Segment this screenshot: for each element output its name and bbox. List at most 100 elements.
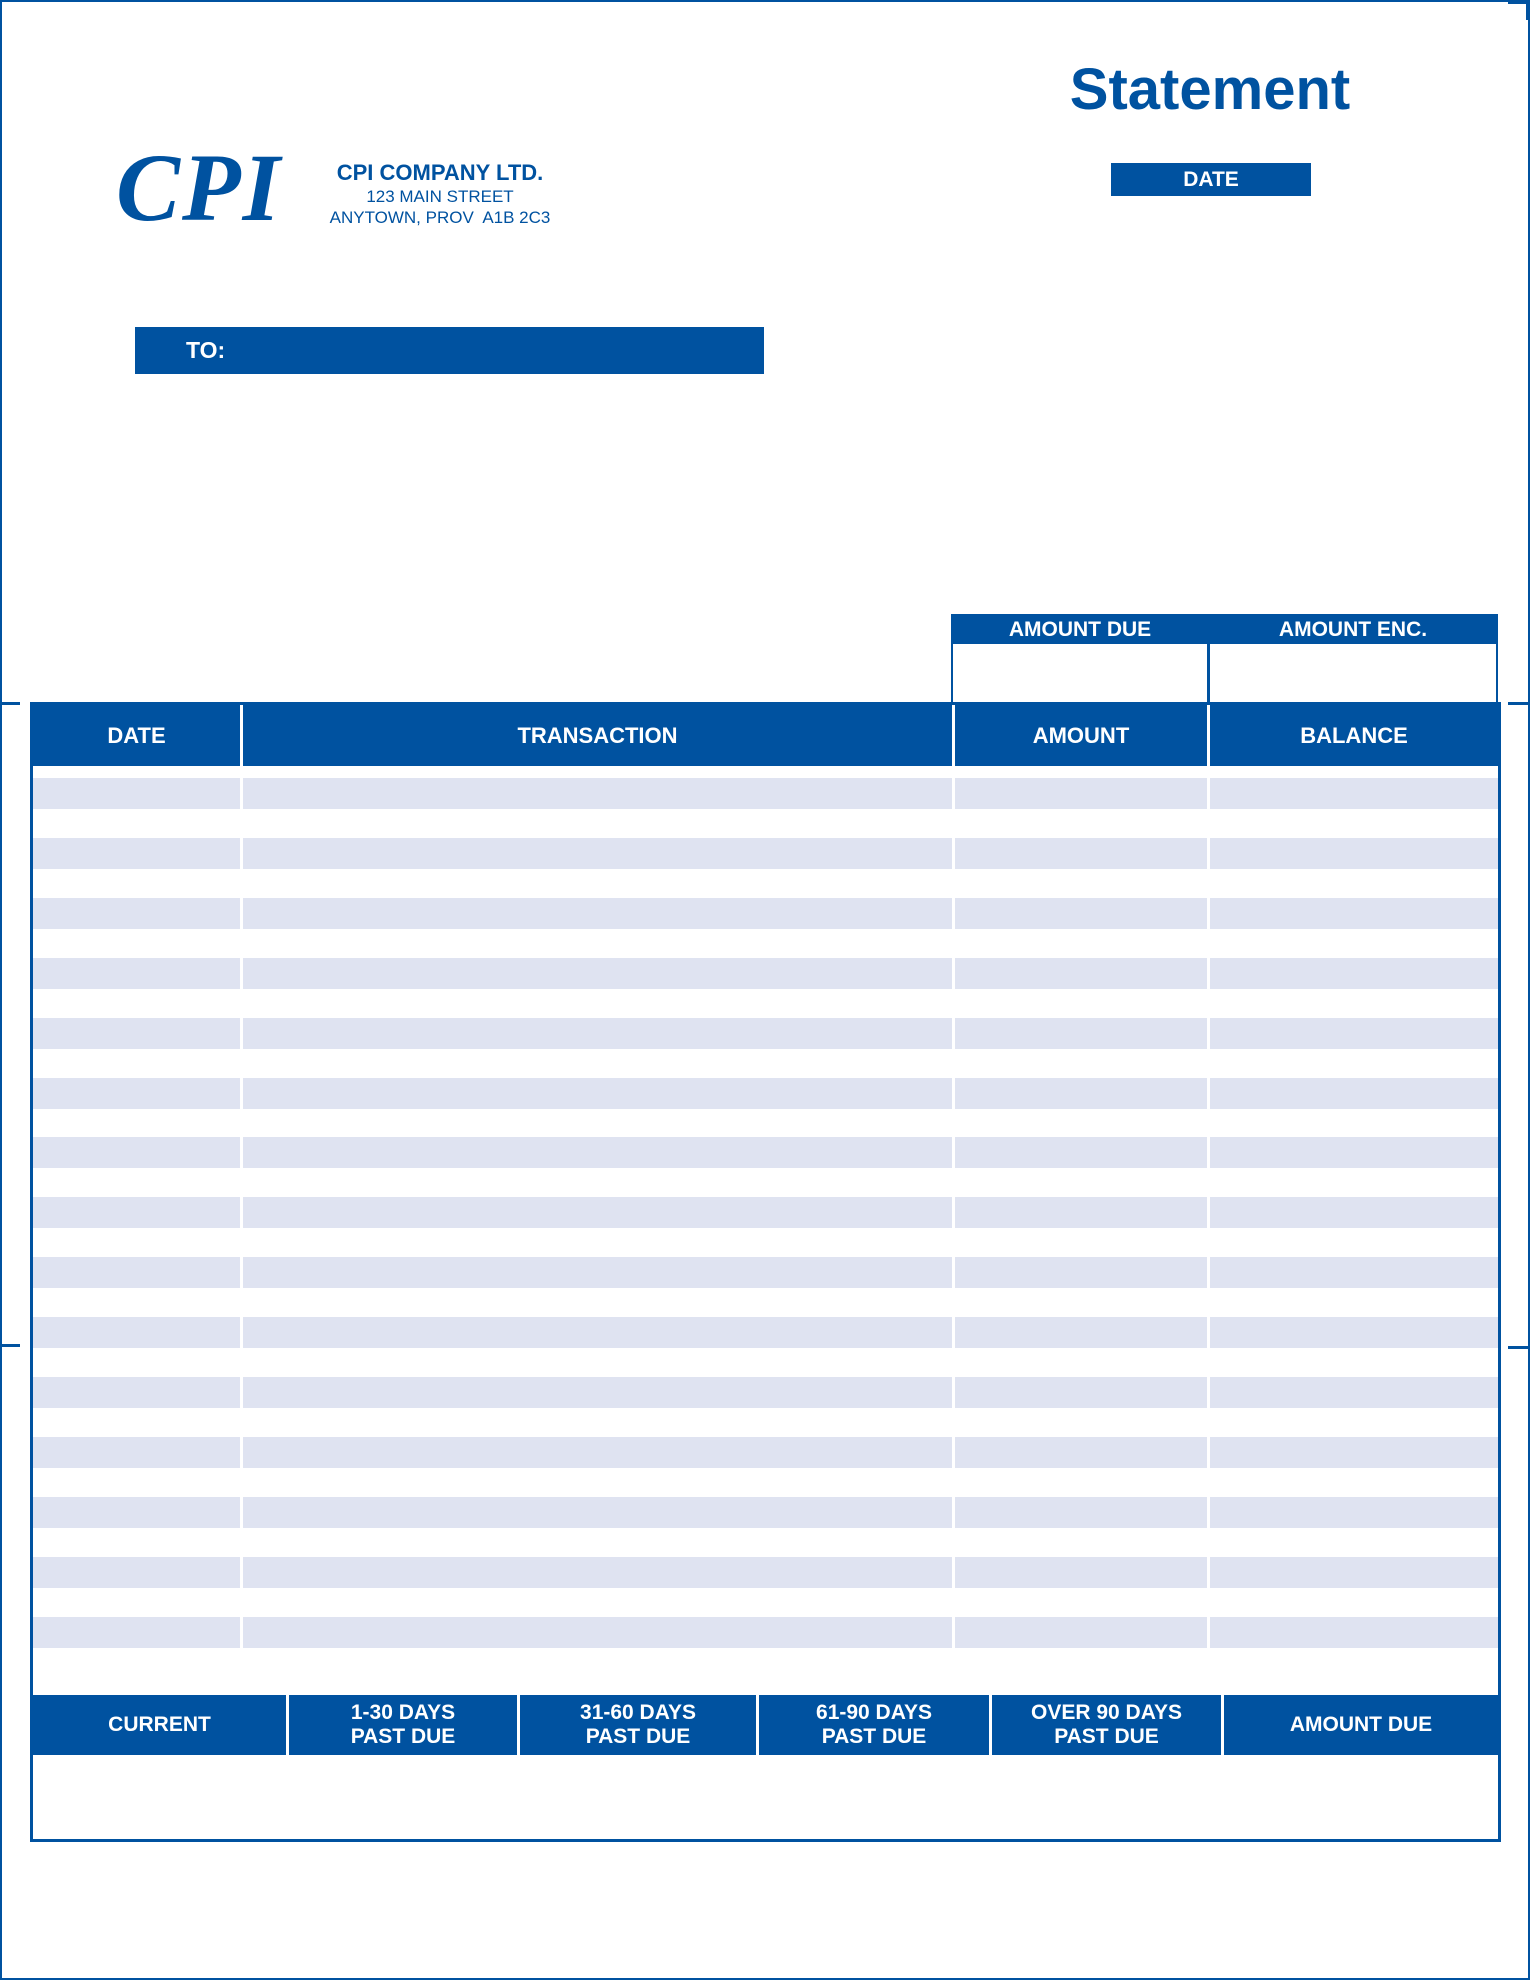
table-row-cell[interactable] xyxy=(243,1317,952,1349)
table-row-cell[interactable] xyxy=(955,1317,1207,1349)
aging-header-over-90: OVER 90 DAYS PAST DUE xyxy=(992,1695,1221,1755)
table-row-cell[interactable] xyxy=(955,1197,1207,1229)
table-row-cell[interactable] xyxy=(1210,1017,1498,1049)
date-label: DATE xyxy=(1183,167,1239,191)
table-row-cell[interactable] xyxy=(1210,1197,1498,1229)
aging-header-61-90: 61-90 DAYS PAST DUE xyxy=(759,1695,989,1755)
table-row-cell[interactable] xyxy=(955,1137,1207,1169)
column-header-amount: AMOUNT xyxy=(1032,722,1130,748)
table-row-cell[interactable] xyxy=(1210,837,1498,869)
table-row-cell[interactable] xyxy=(243,1377,952,1408)
aging-label: PAST DUE xyxy=(350,1725,456,1748)
corner-mark xyxy=(1508,0,1528,4)
transactions-table: DATE TRANSACTION AMOUNT BALANCE CURRENT … xyxy=(30,702,1501,1842)
table-row-cell[interactable] xyxy=(1210,1616,1498,1648)
column-header-date: DATE xyxy=(107,722,166,748)
to-label: TO: xyxy=(186,337,226,363)
aging-label: 31-60 DAYS xyxy=(580,1701,696,1724)
amount-due-field[interactable] xyxy=(953,644,1207,702)
table-row-cell[interactable] xyxy=(33,897,240,929)
remittance-box: AMOUNT DUE AMOUNT ENC. xyxy=(951,614,1498,706)
table-row-cell[interactable] xyxy=(955,1496,1207,1528)
left-tick-mark xyxy=(0,702,20,705)
table-row-cell[interactable] xyxy=(243,1556,952,1588)
table-row-cell[interactable] xyxy=(955,1556,1207,1588)
amount-due-label: AMOUNT DUE xyxy=(1008,618,1152,641)
table-row-cell[interactable] xyxy=(33,1616,240,1648)
table-row-cell[interactable] xyxy=(33,1077,240,1109)
page-title: Statement xyxy=(1069,57,1351,122)
amount-enc-header: AMOUNT ENC. xyxy=(1210,616,1496,644)
table-row-cell[interactable] xyxy=(955,1077,1207,1109)
table-row-cell[interactable] xyxy=(243,778,952,809)
transactions-header: DATE TRANSACTION AMOUNT BALANCE xyxy=(33,705,1498,766)
table-row-cell[interactable] xyxy=(243,837,952,869)
company-name: CPI COMPANY LTD. xyxy=(336,160,544,185)
to-label-bar: TO: xyxy=(135,327,764,374)
aging-label: PAST DUE xyxy=(585,1725,691,1748)
aging-label: OVER 90 DAYS xyxy=(1031,1701,1182,1724)
table-row-cell[interactable] xyxy=(243,1017,952,1049)
amount-enc-label: AMOUNT ENC. xyxy=(1278,618,1428,641)
table-row-cell[interactable] xyxy=(955,837,1207,869)
column-header-transaction: TRANSACTION xyxy=(517,722,678,748)
table-row-cell[interactable] xyxy=(955,897,1207,929)
table-row-cell[interactable] xyxy=(1210,1496,1498,1528)
date-label-bar: DATE xyxy=(1111,163,1311,196)
table-row-cell[interactable] xyxy=(33,957,240,989)
aging-header-current: CURRENT xyxy=(33,1695,286,1755)
table-row-cell[interactable] xyxy=(33,1197,240,1229)
aging-header-31-60: 31-60 DAYS PAST DUE xyxy=(520,1695,756,1755)
table-row-cell[interactable] xyxy=(243,1616,952,1648)
aging-header-amount-due: AMOUNT DUE xyxy=(1224,1695,1498,1755)
table-row-cell[interactable] xyxy=(243,1197,952,1229)
address-line-1: 123 MAIN STREET xyxy=(366,187,514,206)
table-row-cell[interactable] xyxy=(243,1137,952,1169)
table-row-cell[interactable] xyxy=(1210,1377,1498,1408)
table-row-cell[interactable] xyxy=(1210,1317,1498,1349)
table-row-cell[interactable] xyxy=(955,957,1207,989)
table-row-cell[interactable] xyxy=(955,1377,1207,1408)
amount-enc-field[interactable] xyxy=(1210,644,1496,702)
table-row-cell[interactable] xyxy=(33,1137,240,1169)
table-row-cell[interactable] xyxy=(243,1077,952,1109)
aging-header: CURRENT 1-30 DAYS PAST DUE 31-60 DAYS PAST… xyxy=(33,1693,1498,1755)
aging-label: AMOUNT DUE xyxy=(1289,1713,1433,1736)
aging-label: 61-90 DAYS xyxy=(816,1701,932,1724)
right-tick-mark xyxy=(1508,1346,1528,1349)
table-row-cell[interactable] xyxy=(1210,1556,1498,1588)
table-row-cell[interactable] xyxy=(955,778,1207,809)
table-row-cell[interactable] xyxy=(1210,897,1498,929)
table-row-cell[interactable] xyxy=(243,957,952,989)
table-row-cell[interactable] xyxy=(243,1436,952,1468)
table-row-cell[interactable] xyxy=(33,1317,240,1349)
right-tick-mark xyxy=(1508,702,1528,705)
table-row-cell[interactable] xyxy=(955,1257,1207,1289)
table-row-cell[interactable] xyxy=(33,1556,240,1588)
table-row-cell[interactable] xyxy=(1210,778,1498,809)
table-row-cell[interactable] xyxy=(1210,1436,1498,1468)
table-row-cell[interactable] xyxy=(243,897,952,929)
table-row-cell[interactable] xyxy=(33,1496,240,1528)
table-row-cell[interactable] xyxy=(1210,1077,1498,1109)
table-row-cell[interactable] xyxy=(33,1436,240,1468)
aging-label: PAST DUE xyxy=(821,1725,927,1748)
table-row-cell[interactable] xyxy=(33,1017,240,1049)
company-logo: CPI xyxy=(116,134,283,241)
table-row-cell[interactable] xyxy=(1210,1137,1498,1169)
table-row-cell[interactable] xyxy=(33,1257,240,1289)
aging-label: CURRENT xyxy=(108,1713,211,1736)
table-row-cell[interactable] xyxy=(955,1017,1207,1049)
table-row-cell[interactable] xyxy=(1210,1257,1498,1289)
aging-header-1-30: 1-30 DAYS PAST DUE xyxy=(289,1695,517,1755)
left-tick-mark xyxy=(0,1344,20,1347)
table-row-cell[interactable] xyxy=(1210,957,1498,989)
table-row-cell[interactable] xyxy=(33,837,240,869)
table-row-cell[interactable] xyxy=(955,1436,1207,1468)
table-row-cell[interactable] xyxy=(243,1496,952,1528)
table-row-cell[interactable] xyxy=(955,1616,1207,1648)
table-row-cell[interactable] xyxy=(243,1257,952,1289)
table-row-cell[interactable] xyxy=(33,1377,240,1408)
table-row-cell[interactable] xyxy=(33,778,240,809)
company-info: CPI COMPANY LTD. 123 MAIN STREET ANYTOWN… xyxy=(300,160,580,228)
